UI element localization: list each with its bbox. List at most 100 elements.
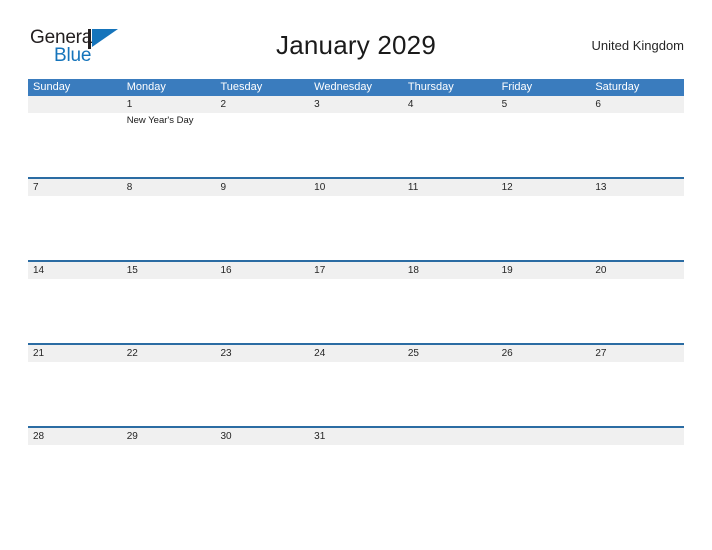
day-number-16[interactable]: 16: [215, 262, 309, 279]
calendar-weeks: 1 2 3 4 5 6 New Year's Day 7 8 9 10 11 12 13 14 15 16 17 1…: [28, 96, 684, 509]
day-number-band: 7 8 9 10 11 12 13: [28, 179, 684, 196]
weekday-header-wednesday: Wednesday: [314, 81, 373, 93]
day-number-empty: [590, 428, 684, 445]
day-cell-24[interactable]: [309, 362, 403, 426]
calendar-grid: Sunday Monday Tuesday Wednesday Thursday Frid…: [28, 79, 684, 509]
day-number-31[interactable]: 31: [309, 428, 403, 445]
weekday-header-row: Sunday Monday Tuesday Wednesday Thursday Frid…: [28, 79, 684, 96]
day-number-28[interactable]: 28: [28, 428, 122, 445]
day-number-30[interactable]: 30: [215, 428, 309, 445]
day-cell-20[interactable]: [590, 279, 684, 343]
day-number-29[interactable]: 29: [122, 428, 216, 445]
day-number-7[interactable]: 7: [28, 179, 122, 196]
calendar-week-row: 21 22 23 24 25 26 27: [28, 343, 684, 426]
day-number-2[interactable]: 2: [215, 96, 309, 113]
day-number-18[interactable]: 18: [403, 262, 497, 279]
day-cell-18[interactable]: [403, 279, 497, 343]
day-number-25[interactable]: 25: [403, 345, 497, 362]
day-cell-21[interactable]: [28, 362, 122, 426]
day-number-21[interactable]: 21: [28, 345, 122, 362]
weekday-header-monday: Monday: [126, 81, 166, 93]
weekday-header-thursday: Thursday: [407, 81, 454, 93]
day-cell-30[interactable]: [215, 445, 309, 509]
day-cell-29[interactable]: [122, 445, 216, 509]
day-cell-31[interactable]: [309, 445, 403, 509]
day-cell-empty: [590, 445, 684, 509]
day-number-19[interactable]: 19: [497, 262, 591, 279]
day-number-23[interactable]: 23: [215, 345, 309, 362]
weekday-header-sunday: Sunday: [33, 81, 71, 93]
day-number-8[interactable]: 8: [122, 179, 216, 196]
day-cell-empty: [28, 113, 122, 177]
page-title: January 2029: [276, 30, 436, 60]
day-number-band: 123456: [28, 96, 684, 113]
day-number-1[interactable]: 1: [122, 96, 216, 113]
day-cell-empty: [497, 445, 591, 509]
day-cell-6[interactable]: [590, 113, 684, 177]
day-cell-8[interactable]: [122, 196, 216, 260]
day-number-14[interactable]: 14: [28, 262, 122, 279]
day-cell-25[interactable]: [403, 362, 497, 426]
day-number-band: 14 15 16 17 18 19 20: [28, 262, 684, 279]
weekday-header-friday: Friday: [501, 81, 533, 93]
calendar-week-row: 28 29 30 31: [28, 426, 684, 509]
day-cell-4[interactable]: [403, 113, 497, 177]
day-number-empty: [403, 428, 497, 445]
day-events-band: [28, 362, 684, 426]
weekday-header-tuesday: Tuesday: [220, 81, 263, 93]
day-cell-11[interactable]: [403, 196, 497, 260]
day-number-6[interactable]: 6: [590, 96, 684, 113]
day-number-22[interactable]: 22: [122, 345, 216, 362]
day-number-empty: [497, 428, 591, 445]
day-cell-empty: [403, 445, 497, 509]
day-number-17[interactable]: 17: [309, 262, 403, 279]
day-events-band: New Year's Day: [28, 113, 684, 177]
day-cell-15[interactable]: [122, 279, 216, 343]
day-cell-26[interactable]: [497, 362, 591, 426]
day-cell-9[interactable]: [215, 196, 309, 260]
day-cell-13[interactable]: [590, 196, 684, 260]
day-cell-22[interactable]: [122, 362, 216, 426]
day-number-20[interactable]: 20: [590, 262, 684, 279]
calendar-week-row: 1 2 3 4 5 6 New Year's Day: [28, 96, 684, 177]
day-cell-17[interactable]: [309, 279, 403, 343]
day-cell-7[interactable]: [28, 196, 122, 260]
day-cell-28[interactable]: [28, 445, 122, 509]
day-cell-19[interactable]: [497, 279, 591, 343]
day-number-4[interactable]: 4: [403, 96, 497, 113]
day-cell-27[interactable]: [590, 362, 684, 426]
day-number-15[interactable]: 15: [122, 262, 216, 279]
day-number-9[interactable]: 9: [215, 179, 309, 196]
day-cell-1[interactable]: New Year's Day: [122, 113, 216, 177]
day-number-27[interactable]: 27: [590, 345, 684, 362]
day-cell-2[interactable]: [215, 113, 309, 177]
calendar-week-row: 7 8 9 10 11 12 13: [28, 177, 684, 260]
day-cell-5[interactable]: [497, 113, 591, 177]
day-number-24[interactable]: 24: [309, 345, 403, 362]
day-number-3[interactable]: 3: [309, 96, 403, 113]
day-cell-3[interactable]: [309, 113, 403, 177]
day-events-band: [28, 279, 684, 343]
day-number-10[interactable]: 10: [309, 179, 403, 196]
day-cell-10[interactable]: [309, 196, 403, 260]
day-cell-16[interactable]: [215, 279, 309, 343]
calendar-week-row: 14 15 16 17 18 19 20: [28, 260, 684, 343]
day-cell-23[interactable]: [215, 362, 309, 426]
day-number-13[interactable]: 13: [590, 179, 684, 196]
day-events-band: [28, 196, 684, 260]
country-label: United Kingdom: [591, 38, 685, 53]
day-number-empty: [28, 96, 122, 113]
calendar-page: General Blue January 2029 United Kingdom…: [0, 0, 712, 550]
weekday-header-saturday: Saturday: [595, 81, 640, 93]
day-number-band: 28 29 30 31: [28, 428, 684, 445]
calendar-event[interactable]: New Year's Day: [127, 115, 212, 127]
day-number-5[interactable]: 5: [497, 96, 591, 113]
page-header: General Blue January 2029 United Kingdom: [28, 22, 684, 70]
day-number-band: 21 22 23 24 25 26 27: [28, 345, 684, 362]
day-cell-12[interactable]: [497, 196, 591, 260]
day-events-band: [28, 445, 684, 509]
day-cell-14[interactable]: [28, 279, 122, 343]
day-number-12[interactable]: 12: [497, 179, 591, 196]
day-number-11[interactable]: 11: [403, 179, 497, 196]
day-number-26[interactable]: 26: [497, 345, 591, 362]
